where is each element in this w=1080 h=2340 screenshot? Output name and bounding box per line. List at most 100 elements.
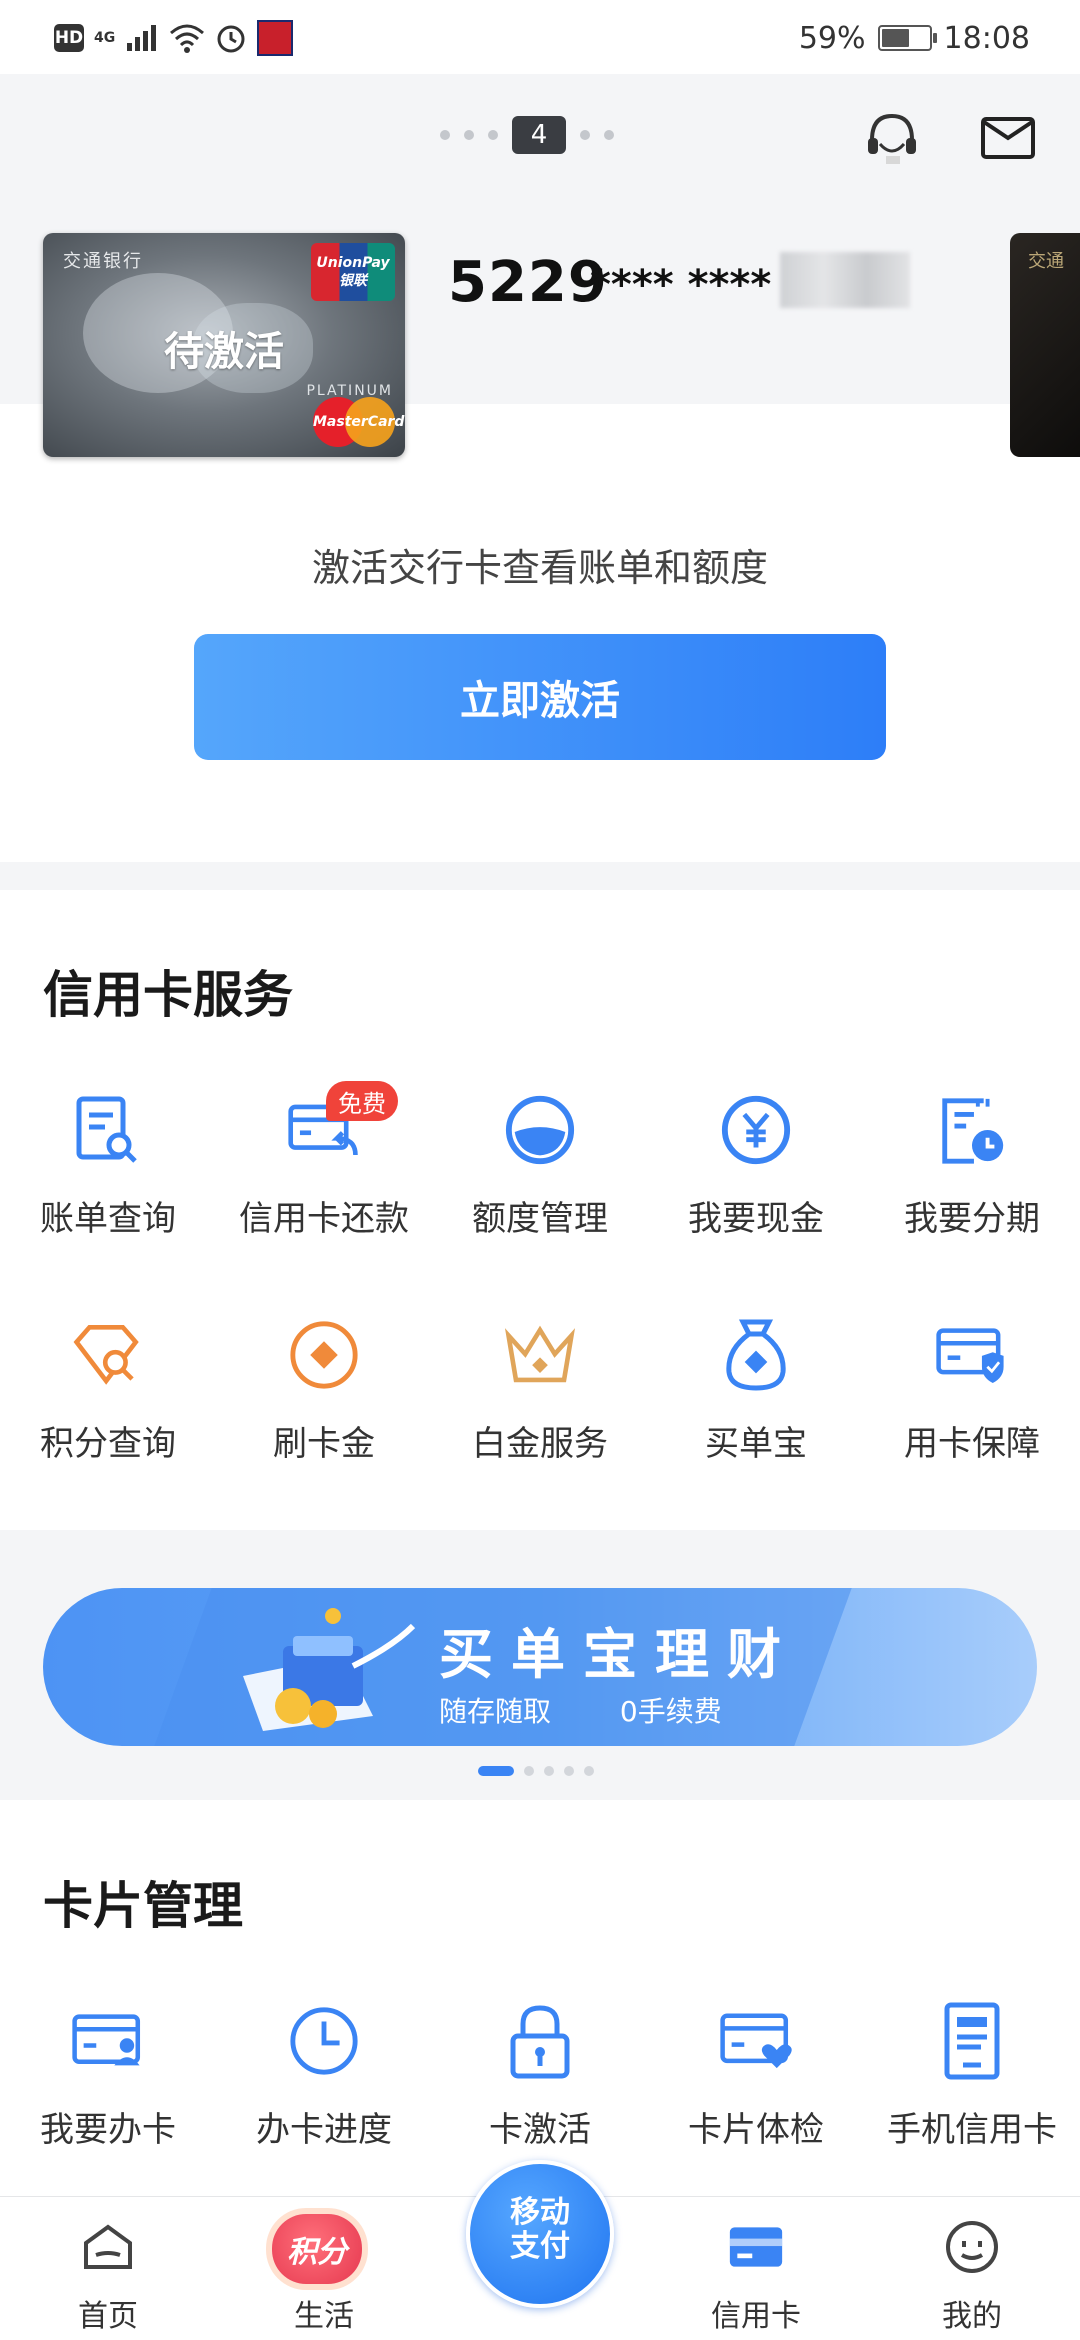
service-label: 我要现金 <box>688 1199 824 1239</box>
credit-card-icon <box>728 2219 784 2275</box>
mobile-pay-label: 移动 支付 <box>470 2196 610 2264</box>
mgmt-label: 办卡进度 <box>256 2110 392 2150</box>
banner-dot-active <box>478 1766 514 1776</box>
card-heart-icon <box>719 2004 793 2078</box>
alarm-icon <box>217 25 245 53</box>
pager-dot <box>464 130 474 140</box>
activation-message: 激活交行卡查看账单和额度 <box>311 546 768 590</box>
headset-icon <box>868 113 916 164</box>
service-bill-query[interactable]: 账单查询 <box>0 1093 216 1283</box>
service-label: 买单宝 <box>705 1424 807 1464</box>
mgmt-application-progress[interactable]: 办卡进度 <box>216 2004 432 2194</box>
battery-level <box>881 29 909 47</box>
card-number-mask: **** **** <box>590 262 772 308</box>
service-card-repay[interactable]: 信用卡还款 <box>216 1093 432 1283</box>
service-label: 信用卡还款 <box>239 1199 409 1239</box>
mastercard-logo: MasterCard <box>313 397 405 447</box>
unionpay-text: UnionPay <box>316 255 390 271</box>
phone-card-icon <box>935 2002 1009 2080</box>
service-label: 我要分期 <box>904 1199 1040 1239</box>
unionpay-logo: UnionPay 银联 <box>311 243 395 301</box>
mastercard-text: MasterCard <box>313 414 405 430</box>
envelope-icon <box>981 117 1035 159</box>
wallet-coins-icon <box>243 1608 416 1731</box>
nav-label: 首页 <box>78 2299 138 2334</box>
lock-icon <box>503 2004 577 2079</box>
card-shield-icon <box>935 1318 1009 1392</box>
mobile-pay-button[interactable]: 移动 支付 <box>466 2160 614 2308</box>
banner-dot <box>584 1766 594 1776</box>
banner-sub-left: 随存随取 <box>439 1695 552 1728</box>
service-card-protection[interactable]: 用卡保障 <box>864 1318 1080 1508</box>
mgmt-label: 卡片体检 <box>688 2110 824 2150</box>
pager-dot <box>604 130 614 140</box>
mgmt-label: 手机信用卡 <box>887 2110 1057 2150</box>
banner-sub-right: 0手续费 <box>619 1695 722 1728</box>
service-installment[interactable]: 我要分期 <box>864 1093 1080 1283</box>
points-badge[interactable]: 积分 <box>272 2214 362 2284</box>
status-right: 59% 18:08 <box>799 18 1030 58</box>
card-number-redacted <box>780 252 910 308</box>
nav-home[interactable]: 首页 <box>0 2197 216 2340</box>
section-divider <box>0 862 1080 890</box>
card-status-label: 待激活 <box>164 329 284 375</box>
promo-banner[interactable]: 买单宝理财 随存随取 0手续费 <box>43 1588 1037 1746</box>
network-label: 4G <box>94 30 116 46</box>
wifi-icon <box>170 24 205 53</box>
card-pager: 4 <box>440 116 614 154</box>
service-cash[interactable]: 我要现金 <box>648 1093 864 1283</box>
limit-management-icon <box>503 1093 577 1167</box>
next-card-preview[interactable]: 交通 <box>1010 233 1080 457</box>
unionpay-cn-text: 银联 <box>339 273 367 289</box>
banner-dot <box>524 1766 534 1776</box>
customer-service-icon[interactable] <box>860 106 924 170</box>
pager-dot <box>440 130 450 140</box>
points-search-icon <box>71 1318 145 1392</box>
service-label: 账单查询 <box>40 1199 176 1239</box>
installment-clock-icon <box>935 1093 1009 1167</box>
service-cashback[interactable]: 刷卡金 <box>216 1318 432 1508</box>
service-points-query[interactable]: 积分查询 <box>0 1318 216 1508</box>
hd-badge: HD <box>54 24 84 52</box>
mobile-pay-line2: 支付 <box>510 2229 570 2264</box>
service-platinum[interactable]: 白金服务 <box>432 1318 648 1508</box>
credit-card-image[interactable]: 交通银行 UnionPay 银联 待激活 PLATINUM MasterCard <box>43 233 405 457</box>
message-icon[interactable] <box>976 106 1040 170</box>
cashback-icon <box>287 1318 361 1392</box>
mgmt-apply-card[interactable]: 我要办卡 <box>0 2004 216 2194</box>
nav-credit-card[interactable]: 信用卡 <box>648 2197 864 2340</box>
banner-subtitle: 随存随取 0手续费 <box>439 1690 722 1730</box>
status-bar: HD 4G 59% 18:08 <box>0 0 1080 74</box>
pager-dot <box>488 130 498 140</box>
crown-icon <box>503 1318 577 1392</box>
clock-icon <box>287 2004 361 2078</box>
banner-dot <box>544 1766 554 1776</box>
card-bank-name: 交通银行 <box>63 251 143 272</box>
mgmt-mobile-credit-card[interactable]: 手机信用卡 <box>864 2002 1080 2194</box>
service-buy-bill-treasure[interactable]: 买单宝 <box>648 1318 864 1508</box>
card-number-prefix: 5229 <box>448 250 608 315</box>
mgmt-label: 卡激活 <box>489 2110 591 2150</box>
mgmt-card-checkup[interactable]: 卡片体检 <box>648 2004 864 2194</box>
pager-current-index: 4 <box>512 116 566 154</box>
service-limit-management[interactable]: 额度管理 <box>432 1093 648 1283</box>
banner-title: 买单宝理财 <box>439 1622 799 1686</box>
battery-icon <box>877 25 937 51</box>
service-label: 白金服务 <box>472 1424 608 1464</box>
clock-time: 18:08 <box>943 20 1030 56</box>
activate-now-button[interactable]: 立即激活 <box>194 634 886 760</box>
nav-label: 我的 <box>942 2299 1002 2334</box>
status-left: HD 4G <box>54 20 294 56</box>
bill-search-icon <box>71 1093 145 1167</box>
service-label: 刷卡金 <box>273 1424 375 1464</box>
yuan-coin-icon <box>719 1093 793 1167</box>
nav-label: 生活 <box>294 2299 354 2334</box>
mobile-pay-line1: 移动 <box>510 2195 570 2230</box>
nav-mine[interactable]: 我的 <box>864 2197 1080 2340</box>
card-management-title: 卡片管理 <box>43 1877 243 1935</box>
credit-services-title: 信用卡服务 <box>43 966 293 1024</box>
home-icon <box>80 2219 136 2275</box>
card-user-icon <box>71 2004 145 2078</box>
battery-percent: 59% <box>798 20 866 56</box>
mgmt-label: 我要办卡 <box>40 2110 176 2150</box>
